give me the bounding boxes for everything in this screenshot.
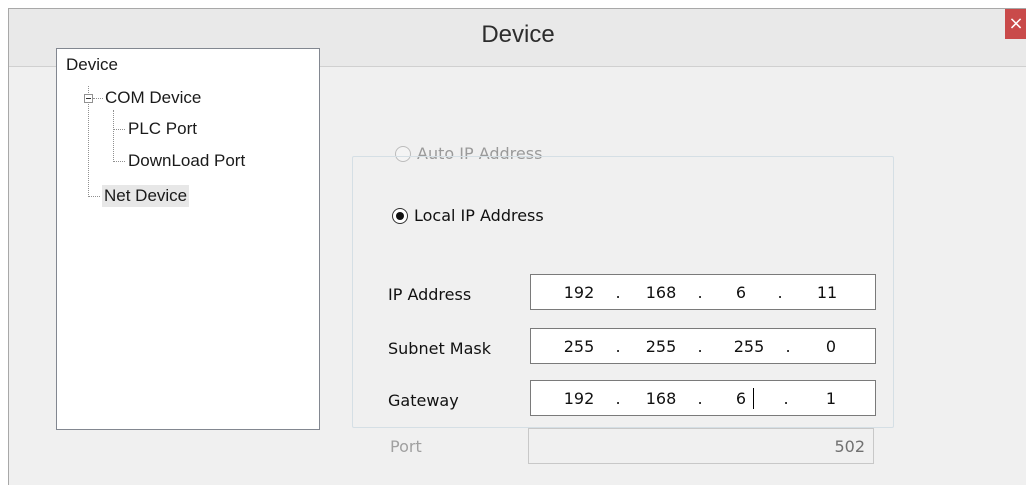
port-input[interactable]: 502: [528, 428, 874, 464]
mask-octet-3[interactable]: 255: [725, 337, 773, 356]
octet-separator: .: [615, 283, 621, 302]
local-ip-radio[interactable]: [392, 207, 408, 224]
tree-item-net-device[interactable]: Net Device: [102, 185, 190, 207]
tree-item-plc-port[interactable]: PLC Port: [128, 118, 197, 140]
gateway-input[interactable]: 192 . 168 . 6 . 1: [530, 380, 876, 416]
tree-line: [113, 129, 125, 130]
gateway-octet-4[interactable]: 1: [807, 389, 855, 408]
tree-item-download-port[interactable]: DownLoad Port: [128, 150, 245, 172]
octet-separator: .: [785, 337, 791, 356]
ip-octet-1[interactable]: 192: [555, 283, 603, 302]
close-button[interactable]: ×: [1005, 9, 1026, 39]
gateway-label: Gateway: [388, 391, 459, 410]
mask-octet-4[interactable]: 0: [807, 337, 855, 356]
subnet-mask-label: Subnet Mask: [388, 339, 492, 358]
tree-line: [88, 196, 100, 197]
ip-address-input[interactable]: 192 . 168 . 6 . 11: [530, 274, 876, 310]
device-tree[interactable]: Device COM Device PLC Port DownLoad Port…: [56, 48, 320, 430]
mask-octet-2[interactable]: 255: [637, 337, 685, 356]
tree-item-device[interactable]: Device: [66, 54, 118, 76]
octet-separator: .: [697, 389, 703, 408]
octet-separator: .: [783, 389, 789, 408]
mask-octet-1[interactable]: 255: [555, 337, 603, 356]
ip-octet-4[interactable]: 11: [803, 283, 851, 302]
subnet-mask-input[interactable]: 255 . 255 . 255 . 0: [530, 328, 876, 364]
port-label: Port: [390, 437, 422, 456]
collapse-icon[interactable]: [84, 94, 93, 103]
local-ip-label: Local IP Address: [414, 206, 544, 225]
ip-octet-2[interactable]: 168: [637, 283, 685, 302]
local-ip-option[interactable]: Local IP Address: [386, 206, 556, 225]
ip-octet-3[interactable]: 6: [717, 283, 765, 302]
gateway-octet-2[interactable]: 168: [637, 389, 685, 408]
tree-item-com-device[interactable]: COM Device: [105, 87, 201, 109]
octet-separator: .: [697, 283, 703, 302]
close-icon: ×: [1008, 13, 1024, 34]
window-title: Device: [481, 21, 555, 48]
octet-separator: .: [615, 337, 621, 356]
octet-separator: .: [615, 389, 621, 408]
octet-separator: .: [697, 337, 703, 356]
ip-address-label: IP Address: [388, 285, 472, 304]
octet-separator: .: [777, 283, 783, 302]
tree-line: [113, 161, 125, 162]
tree-line: [113, 110, 114, 162]
gateway-octet-1[interactable]: 192: [555, 389, 603, 408]
text-cursor: [753, 388, 754, 409]
gateway-octet-3[interactable]: 6: [717, 389, 765, 408]
tree-line: [93, 98, 103, 99]
